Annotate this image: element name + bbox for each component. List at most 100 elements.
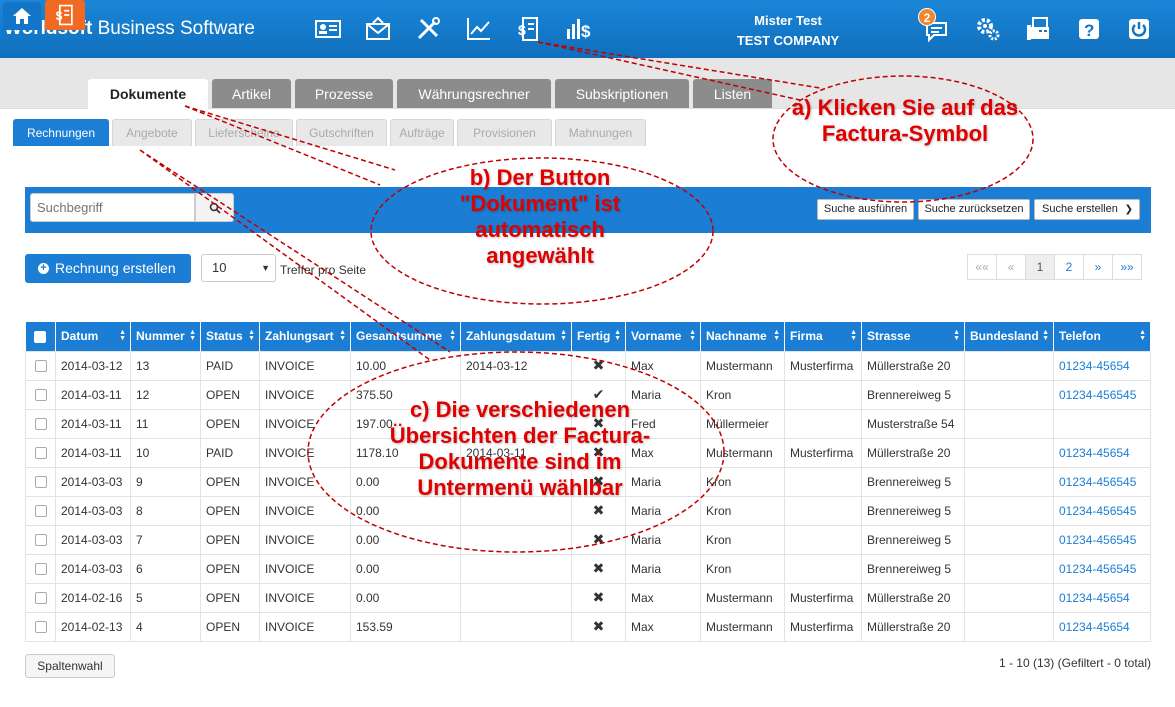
row-checkbox[interactable] — [34, 389, 47, 402]
settings-icon[interactable] — [970, 12, 1006, 46]
select-all-header[interactable] — [25, 322, 56, 351]
tab-listen[interactable]: Listen — [693, 79, 772, 108]
row-select-cell[interactable] — [25, 408, 56, 439]
col-gesamtsumme[interactable]: Gesamtsumme ▲ ▼ — [350, 322, 461, 351]
subtab-gutschriften[interactable]: Gutschriften — [296, 119, 387, 146]
cell-telefon[interactable] — [1053, 408, 1151, 439]
help-icon[interactable]: ? — [1071, 12, 1107, 46]
cell-telefon[interactable]: 01234-45654 — [1053, 611, 1151, 642]
cell-nachname: Mustermann — [700, 350, 785, 381]
power-icon[interactable] — [1121, 12, 1157, 46]
home-tab[interactable] — [3, 2, 41, 30]
search-input[interactable] — [30, 193, 195, 222]
col-fertig[interactable]: Fertig ▲ ▼ — [571, 322, 626, 351]
table-row[interactable]: 2014-03-03 7 OPEN INVOICE 0.00 ✖ Maria Kron Bren… — [25, 524, 1151, 555]
columns-button[interactable]: Spaltenwahl — [25, 654, 115, 678]
cell-telefon[interactable]: 01234-456545 — [1053, 524, 1151, 555]
sort-icon: ▲ ▼ — [449, 329, 456, 342]
col-nummer[interactable]: Nummer ▲ ▼ — [130, 322, 201, 351]
col-zahlungsart[interactable]: Zahlungsart ▲ ▼ — [259, 322, 351, 351]
finance-icon[interactable]: $ — [561, 12, 597, 46]
subtab-angebote[interactable]: Angebote — [112, 119, 192, 146]
row-checkbox[interactable] — [34, 592, 47, 605]
cell-telefon[interactable]: 01234-45654 — [1053, 582, 1151, 613]
subtab-mahnungen[interactable]: Mahnungen — [555, 119, 646, 146]
chart-icon[interactable] — [461, 12, 497, 46]
col-firma[interactable]: Firma ▲ ▼ — [784, 322, 862, 351]
row-select-cell[interactable] — [25, 611, 56, 642]
cell-telefon[interactable]: 01234-456545 — [1053, 379, 1151, 410]
row-select-cell[interactable] — [25, 495, 56, 526]
tab-prozesse[interactable]: Prozesse — [295, 79, 393, 108]
fax-icon[interactable] — [1021, 12, 1057, 46]
brand-logo[interactable]: Worldsoft Business Software — [4, 18, 255, 40]
cell-nachname: Kron — [700, 553, 785, 584]
subtab-rechnungen[interactable]: Rechnungen — [13, 119, 109, 146]
row-select-cell[interactable] — [25, 350, 56, 381]
row-checkbox[interactable] — [34, 447, 47, 460]
row-checkbox[interactable] — [34, 505, 47, 518]
col-nachname[interactable]: Nachname ▲ ▼ — [700, 322, 785, 351]
cell-telefon[interactable]: 01234-456545 — [1053, 553, 1151, 584]
tab-artikel[interactable]: Artikel — [212, 79, 291, 108]
cell-datum: 2014-03-03 — [55, 495, 131, 526]
cell-telefon[interactable]: 01234-456545 — [1053, 466, 1151, 497]
cell-datum: 2014-03-03 — [55, 553, 131, 584]
page-first[interactable]: «« — [967, 254, 997, 280]
search-create-button[interactable]: Suche erstellen ❯ — [1034, 199, 1140, 220]
row-checkbox[interactable] — [34, 621, 47, 634]
row-select-cell[interactable] — [25, 524, 56, 555]
table-row[interactable]: 2014-03-12 13 PAID INVOICE 10.00 2014-03-12 ✖ M… — [25, 350, 1151, 381]
col-bundesland[interactable]: Bundesland ▲ ▼ — [964, 322, 1054, 351]
col-status[interactable]: Status ▲ ▼ — [200, 322, 260, 351]
tab-subskriptionen[interactable]: Subskriptionen — [555, 79, 689, 108]
row-checkbox[interactable] — [34, 476, 47, 489]
page-1[interactable]: 1 — [1025, 254, 1055, 280]
row-select-cell[interactable] — [25, 466, 56, 497]
factura-icon[interactable]: $ — [511, 12, 547, 46]
search-reset-button[interactable]: Suche zurücksetzen — [918, 199, 1030, 220]
row-checkbox[interactable] — [34, 418, 47, 431]
page-last[interactable]: »» — [1112, 254, 1142, 280]
tab-waehrungsrechner[interactable]: Währungsrechner — [397, 79, 551, 108]
col-strasse[interactable]: Strasse ▲ ▼ — [861, 322, 965, 351]
tab-dokumente[interactable]: Dokumente — [88, 79, 208, 110]
col-datum[interactable]: Datum ▲ ▼ — [55, 322, 131, 351]
row-checkbox[interactable] — [34, 563, 47, 576]
cell-telefon[interactable]: 01234-45654 — [1053, 350, 1151, 381]
table-row[interactable]: 2014-02-16 5 OPEN INVOICE 0.00 ✖ Max Mustermann… — [25, 582, 1151, 613]
col-telefon[interactable]: Telefon ▲ ▼ — [1053, 322, 1151, 351]
create-invoice-button[interactable]: + Rechnung erstellen — [25, 254, 191, 283]
row-select-cell[interactable] — [25, 379, 56, 410]
factura-tab[interactable]: $ — [45, 0, 85, 30]
col-vorname[interactable]: Vorname ▲ ▼ — [625, 322, 701, 351]
row-checkbox[interactable] — [34, 534, 47, 547]
cell-telefon[interactable]: 01234-456545 — [1053, 495, 1151, 526]
user-info[interactable]: Mister Test TEST COMPANY — [700, 11, 876, 51]
cell-strasse: Brennereiweg 5 — [861, 495, 965, 526]
col-zahlungsdatum[interactable]: Zahlungsdatum ▲ ▼ — [460, 322, 572, 351]
table-row[interactable]: 2014-03-03 6 OPEN INVOICE 0.00 ✖ Maria Kron Bren… — [25, 553, 1151, 584]
search-button[interactable] — [195, 193, 234, 222]
row-select-cell[interactable] — [25, 582, 56, 613]
subtab-auftraege[interactable]: Aufträge — [390, 119, 454, 146]
row-select-cell[interactable] — [25, 437, 56, 468]
cell-status: OPEN — [200, 495, 260, 526]
page-next[interactable]: » — [1083, 254, 1113, 280]
row-select-cell[interactable] — [25, 553, 56, 584]
tools-icon[interactable] — [410, 12, 446, 46]
row-checkbox[interactable] — [34, 360, 47, 373]
top-bar: Worldsoft Business Software $ $ Mister T… — [0, 0, 1175, 58]
svg-text:?: ? — [1084, 21, 1094, 40]
contacts-card-icon[interactable] — [310, 12, 346, 46]
page-2[interactable]: 2 — [1054, 254, 1084, 280]
page-prev[interactable]: « — [996, 254, 1026, 280]
subtab-provisionen[interactable]: Provisionen — [457, 119, 552, 146]
cell-telefon[interactable]: 01234-45654 — [1053, 437, 1151, 468]
select-all-checkbox[interactable] — [34, 331, 47, 344]
search-execute-button[interactable]: Suche ausführen — [817, 199, 914, 220]
mail-icon[interactable] — [360, 12, 396, 46]
per-page-select[interactable]: 10 ▼ — [201, 254, 276, 282]
table-row[interactable]: 2014-02-13 4 OPEN INVOICE 153.59 ✖ Max Musterma… — [25, 611, 1151, 642]
subtab-lieferscheine[interactable]: Lieferscheine — [195, 119, 293, 146]
